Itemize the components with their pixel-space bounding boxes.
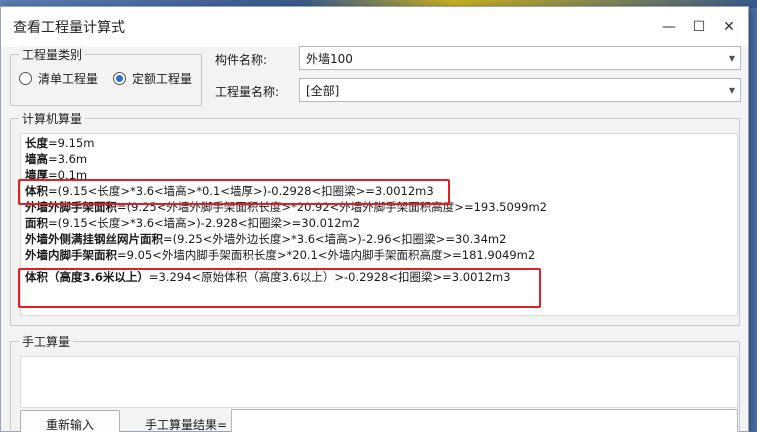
computer-calc-legend: 计算机算量 <box>19 110 86 127</box>
window-title: 查看工程量计算式 <box>13 20 125 36</box>
calc-line-area: 面积=(9.15<长度>*3.6<墙高>)-2.928<扣圈梁>=30.012m… <box>25 216 361 230</box>
chevron-down-icon[interactable]: ▼ <box>724 86 740 95</box>
maximize-button[interactable]: ☐ <box>686 14 712 40</box>
radio-quota-quantity-circle[interactable] <box>113 72 126 85</box>
manual-result-field[interactable] <box>231 409 738 432</box>
quantity-name-select[interactable]: [全部] ▼ <box>299 78 741 102</box>
component-name-select[interactable]: 外墙100 ▼ <box>299 46 741 70</box>
minimize-button[interactable]: — <box>656 14 682 40</box>
calculation-dialog: 查看工程量计算式 — ☐ ✕ 工程量类别 清单工程量 定额工程量 构件名称: 外… <box>0 6 749 432</box>
quantity-name-value: [全部] <box>306 83 340 98</box>
manual-calc-legend: 手工算量 <box>19 333 74 350</box>
component-name-value: 外墙100 <box>306 51 353 66</box>
radio-quota-quantity[interactable]: 定额工程量 <box>113 70 192 87</box>
component-name-label: 构件名称: <box>215 53 268 67</box>
quantity-name-label: 工程量名称: <box>215 85 280 99</box>
manual-calc-input[interactable] <box>20 356 738 408</box>
chevron-down-icon[interactable]: ▼ <box>724 54 740 63</box>
highlight-volume-above-line <box>18 268 541 308</box>
title-bar: 查看工程量计算式 — ☐ ✕ <box>1 7 748 47</box>
radio-bill-quantity[interactable]: 清单工程量 <box>19 70 98 87</box>
calc-line-wall-height: 墙高=3.6m <box>25 152 88 166</box>
radio-bill-quantity-circle[interactable] <box>19 72 32 85</box>
radio-quota-quantity-label: 定额工程量 <box>132 72 193 86</box>
close-button[interactable]: ✕ <box>716 14 742 40</box>
reenter-button[interactable]: 重新输入 <box>20 410 120 432</box>
highlight-volume-line <box>18 179 450 205</box>
calc-line-int-scaffold-area: 外墙内脚手架面积=9.05<外墙内脚手架面积长度>*20.1<外墙内脚手架面积高… <box>25 248 536 262</box>
manual-result-label: 手工算量结果= <box>145 418 228 432</box>
calc-line-wire-mesh-area: 外墙外侧满挂钢丝网片面积=(9.25<外墙外边长度>*3.6<墙高>)-2.96… <box>25 232 507 246</box>
calc-line-length: 长度=9.15m <box>25 136 95 150</box>
radio-bill-quantity-label: 清单工程量 <box>38 72 99 86</box>
quantity-type-legend: 工程量类别 <box>19 46 86 63</box>
